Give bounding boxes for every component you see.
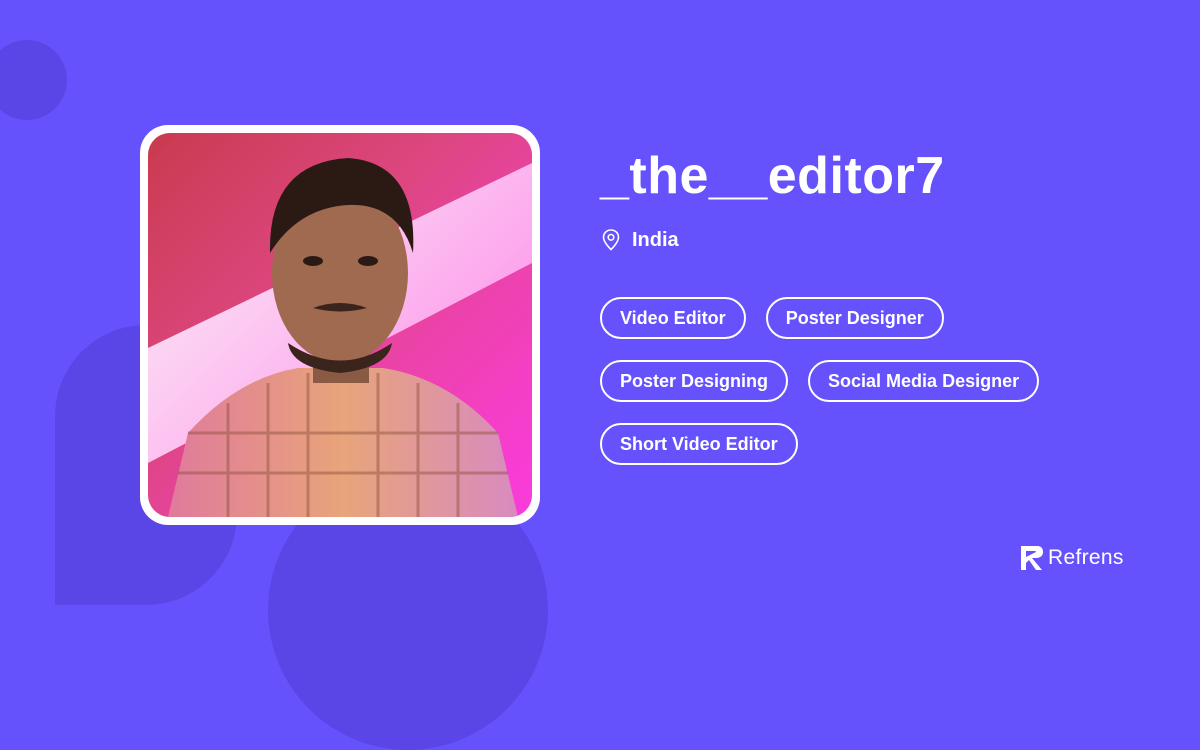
profile-photo-illustration (148, 133, 532, 517)
refrens-logo-icon (1021, 546, 1043, 570)
skill-tag-video-editor[interactable]: Video Editor (600, 297, 746, 339)
skill-tag-short-video-editor[interactable]: Short Video Editor (600, 423, 798, 465)
skill-tag-row: Video Editor Poster Designer (600, 297, 1120, 339)
skill-tag-social-media-designer[interactable]: Social Media Designer (808, 360, 1040, 402)
skill-tag-row: Short Video Editor (600, 423, 1120, 465)
location-pin-icon (602, 229, 620, 251)
profile-photo (148, 133, 532, 517)
location-label: India (632, 228, 679, 251)
background-decoration-circle (0, 40, 67, 120)
profile-photo-frame (140, 125, 540, 525)
skill-tag-poster-designing[interactable]: Poster Designing (600, 360, 789, 402)
brand-name: Refrens (1048, 546, 1124, 569)
skill-tag-row: Poster Designing Social Media Designer (600, 360, 1120, 402)
profile-location: India (600, 228, 679, 252)
skill-tags: Video Editor Poster Designer Poster Desi… (600, 297, 1120, 486)
profile-username: _the__editor7 (600, 147, 945, 205)
brand-logo[interactable]: Refrens (1020, 545, 1124, 571)
skill-tag-poster-designer[interactable]: Poster Designer (765, 297, 944, 339)
